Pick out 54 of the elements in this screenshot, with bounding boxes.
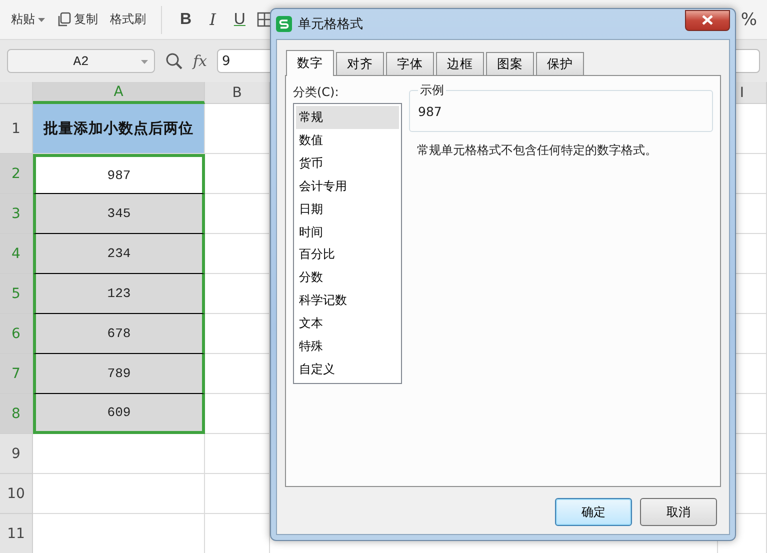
sample-value: 987 xyxy=(418,104,442,118)
table-cell: 987 xyxy=(33,154,205,194)
borders-icon[interactable] xyxy=(257,12,272,27)
table-cell: 345 xyxy=(33,194,205,234)
column-header[interactable]: B xyxy=(205,82,270,104)
category-item[interactable]: 数值 xyxy=(296,128,399,152)
category-item[interactable]: 常规 xyxy=(296,106,399,129)
category-label: 分类(C): xyxy=(293,84,340,101)
ok-button[interactable]: 确定 xyxy=(555,498,632,526)
table-cell: 609 xyxy=(33,394,205,434)
bold-button[interactable]: B xyxy=(174,8,198,30)
category-item[interactable]: 自定义 xyxy=(296,358,399,382)
table-cell: 234 xyxy=(33,234,205,274)
tab[interactable]: 数字 xyxy=(286,50,334,76)
paste-button[interactable]: 粘贴 xyxy=(8,9,48,30)
row-header[interactable]: 11 xyxy=(0,514,33,553)
copy-icon xyxy=(57,12,71,27)
category-item[interactable]: 时间 xyxy=(296,220,399,244)
row-header[interactable]: 10 xyxy=(0,474,33,514)
table-cell: 批量添加小数点后两位 xyxy=(33,104,205,154)
tab[interactable]: 保护 xyxy=(536,52,584,75)
category-item[interactable]: 货币 xyxy=(296,152,399,175)
zoom-icon[interactable] xyxy=(165,52,183,70)
table-cell: 678 xyxy=(33,314,205,354)
copy-button[interactable]: 复制 xyxy=(54,9,101,30)
cancel-button[interactable]: 取消 xyxy=(640,498,717,526)
caret-icon xyxy=(38,18,45,22)
close-button[interactable] xyxy=(685,10,730,30)
category-item[interactable]: 日期 xyxy=(296,198,399,221)
tab[interactable]: 对齐 xyxy=(336,52,384,75)
app-icon xyxy=(276,16,292,32)
tab[interactable]: 边框 xyxy=(436,52,484,75)
tab[interactable]: 图案 xyxy=(486,52,534,75)
format-painter-button[interactable]: 格式刷 xyxy=(107,9,149,30)
table-cell: 789 xyxy=(33,354,205,394)
percent-button[interactable]: % xyxy=(740,10,757,30)
sample-label: 示例 xyxy=(418,83,446,97)
description-text: 常规单元格格式不包含任何特定的数字格式。 xyxy=(416,142,658,159)
name-box[interactable]: A2 xyxy=(7,49,155,73)
tab[interactable]: 字体 xyxy=(386,52,434,75)
category-item[interactable]: 会计专用 xyxy=(296,174,399,198)
underline-button[interactable]: U xyxy=(228,8,252,30)
category-item[interactable]: 分数 xyxy=(296,266,399,290)
row-header[interactable]: 1 xyxy=(0,104,33,154)
category-item[interactable]: 特殊 xyxy=(296,335,399,358)
dialog-title: 单元格格式 xyxy=(298,16,364,33)
italic-button[interactable]: I xyxy=(204,8,222,31)
table-cell: 123 xyxy=(33,274,205,314)
category-item[interactable]: 科学记数 xyxy=(296,289,399,312)
function-label[interactable]: fx xyxy=(193,52,208,70)
row-header[interactable]: 9 xyxy=(0,434,33,474)
close-icon xyxy=(702,15,713,25)
category-item[interactable]: 百分比 xyxy=(296,244,399,266)
category-item[interactable]: 文本 xyxy=(296,312,399,336)
